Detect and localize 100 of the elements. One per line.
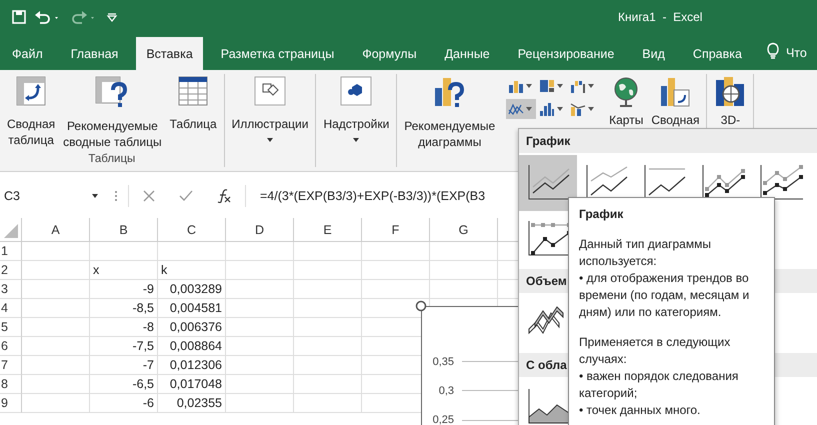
group-label: Таблицы: [88, 153, 136, 165]
ribbon-tab[interactable]: Главная: [60, 37, 128, 70]
table-cell: x: [90, 261, 158, 280]
caret-icon[interactable]: [92, 194, 98, 198]
table-cell: [294, 280, 362, 299]
ribbon-tab[interactable]: Вставка: [136, 37, 203, 70]
table-cell: [158, 242, 226, 261]
customize-icon[interactable]: [106, 10, 118, 22]
table-cell: [362, 280, 430, 299]
table-cell: [226, 280, 294, 299]
function-icon[interactable]: [217, 189, 231, 203]
table-cell: [226, 356, 294, 375]
column-header[interactable]: E: [294, 218, 362, 242]
table-cell: -8: [90, 318, 158, 337]
row-header[interactable]: 2: [0, 261, 22, 280]
ribbon-tab[interactable]: Формулы: [352, 37, 427, 70]
axis-label: 0,25: [432, 414, 454, 425]
cube-icon: [340, 76, 372, 106]
row-header[interactable]: 4: [0, 299, 22, 318]
table-cell: [362, 242, 430, 261]
axis-label: 0,35: [432, 356, 454, 368]
waterfall-chart-icon: [570, 79, 586, 93]
caret-icon: [557, 107, 564, 111]
table-cell: 0,004581: [158, 299, 226, 318]
ribbon-button[interactable]: Карты: [606, 74, 646, 128]
ribbon-tab[interactable]: Данные: [434, 37, 500, 70]
table-cell: 0,003289: [158, 280, 226, 299]
table-cell: -7: [90, 356, 158, 375]
axis-label: 0,3: [438, 384, 454, 397]
window-title: Книга1 - Excel: [618, 10, 702, 24]
table-cell: -7,5: [90, 337, 158, 356]
column-header[interactable]: F: [362, 218, 430, 242]
gallery-section-header: График: [519, 129, 817, 153]
table-cell: [362, 261, 430, 280]
row-header[interactable]: 3: [0, 280, 22, 299]
combo-chart-icon: [570, 102, 586, 116]
table-cell: [226, 375, 294, 394]
save-icon[interactable]: [12, 10, 26, 24]
column-header[interactable]: C: [158, 218, 226, 242]
table-cell: 0,02355: [158, 394, 226, 413]
row-header[interactable]: 6: [0, 337, 22, 356]
table-cell: [294, 299, 362, 318]
row-header[interactable]: 5: [0, 318, 22, 337]
name-box[interactable]: C3: [0, 185, 104, 207]
table-cell: [22, 356, 90, 375]
table-cell: [294, 242, 362, 261]
check-icon[interactable]: [179, 190, 193, 202]
caret-icon: [526, 84, 532, 88]
table-cell: [22, 337, 90, 356]
cancel-icon[interactable]: [143, 190, 155, 202]
ribbon-button[interactable]: 3D-: [711, 74, 750, 128]
row-header[interactable]: 8: [0, 375, 22, 394]
ribbon-button[interactable]: Сводная: [648, 74, 702, 128]
ribbon-button[interactable]: Рекомендуемые сводные таблицы: [60, 74, 165, 150]
buildings-globe-icon: [714, 76, 746, 108]
ribbon-button[interactable]: Надстройки: [320, 74, 392, 142]
tooltip-title: График: [579, 206, 624, 223]
ribbon-tab[interactable]: Вид: [632, 37, 675, 70]
table-cell: [294, 261, 362, 280]
table-cell: 0,017048: [158, 375, 226, 394]
table-cell: [226, 337, 294, 356]
row-header[interactable]: 7: [0, 356, 22, 375]
table-cell: [22, 299, 90, 318]
column-header[interactable]: B: [90, 218, 158, 242]
column-header[interactable]: D: [226, 218, 294, 242]
ribbon-button[interactable]: Иллюстрации: [228, 74, 312, 142]
row-header[interactable]: 1: [0, 242, 22, 261]
lightbulb-icon[interactable]: [766, 42, 780, 60]
table-cell: [226, 242, 294, 261]
resize-handle[interactable]: [415, 300, 427, 312]
ribbon-tab[interactable]: Файл: [2, 37, 53, 70]
table-cell: [22, 280, 90, 299]
ribbon-button[interactable]: Сводная таблица: [4, 74, 58, 148]
row-header[interactable]: 9: [0, 394, 22, 413]
table-cell: -9: [90, 280, 158, 299]
table-icon: [178, 76, 208, 106]
ribbon-button[interactable]: Таблица: [166, 74, 220, 132]
table-cell: [22, 318, 90, 337]
table-cell: [226, 261, 294, 280]
tell-me-label[interactable]: Что: [786, 46, 807, 60]
more-icon: [114, 190, 118, 202]
tooltip-text: Данный тип диаграммы используется:: [579, 236, 712, 270]
pivot-table-icon: [16, 76, 46, 106]
table-cell: 0,012306: [158, 356, 226, 375]
column-header[interactable]: G: [430, 218, 498, 242]
column-header[interactable]: A: [22, 218, 90, 242]
caret-icon: [588, 107, 594, 111]
corner-triangle-icon: [4, 224, 18, 238]
chart-type-button[interactable]: [506, 99, 536, 119]
ribbon-tab[interactable]: Разметка страницы: [210, 37, 344, 70]
ribbon-button[interactable]: Рекомендуемые диаграммы: [401, 74, 498, 150]
table-cell: -8,5: [90, 299, 158, 318]
tooltip-text: • точек данных много.: [579, 402, 702, 419]
hierarchy-chart-icon: [539, 79, 556, 93]
table-cell: [90, 242, 158, 261]
ribbon-tab[interactable]: Справка: [682, 37, 752, 70]
ribbon-tab[interactable]: Рецензирование: [508, 37, 624, 70]
chart-type-option[interactable]: [519, 155, 577, 211]
caret-icon: [588, 84, 594, 88]
table-cell: [226, 318, 294, 337]
